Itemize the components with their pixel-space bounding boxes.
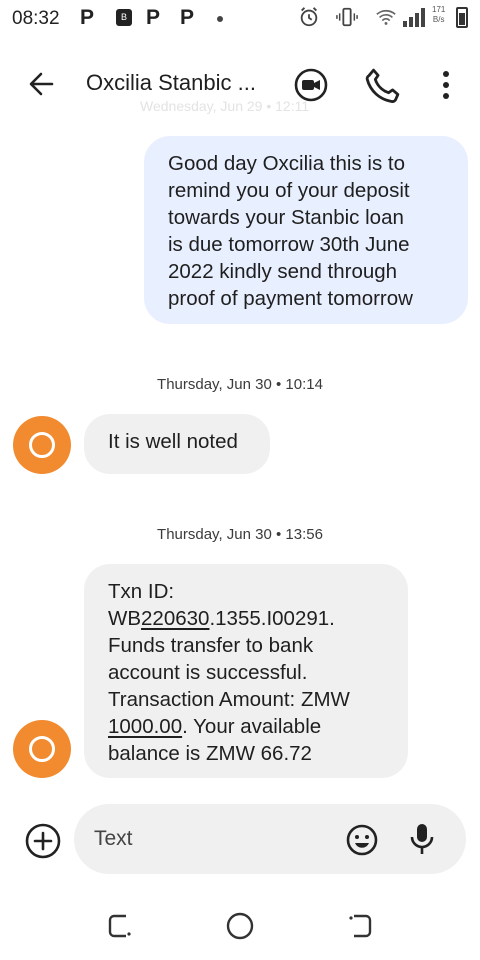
txn-suffix: .1355.I00291. [209, 607, 335, 630]
signal-icon [402, 6, 428, 28]
message-line: WB220630.1355.I00291. [108, 605, 386, 632]
back-nav-button[interactable] [342, 908, 378, 944]
back-arrow-icon [29, 72, 54, 96]
message-line: 1000.00. Your available [108, 713, 386, 740]
wifi-icon [374, 6, 398, 28]
message-line: Good day Oxcilia this is to [168, 152, 405, 175]
home-circle-icon [226, 912, 254, 940]
more-notifications-dot-icon [217, 16, 223, 22]
status-time: 08:32 [12, 8, 60, 29]
message-line: account is successful. [108, 661, 308, 684]
phone-call-button[interactable] [362, 64, 404, 106]
voice-input-button[interactable] [404, 820, 440, 858]
message-line: proof of payment tomorrow [168, 287, 413, 310]
alarm-icon [298, 6, 320, 28]
recents-icon [108, 914, 131, 938]
message-line: Funds transfer to bank [108, 634, 314, 657]
system-navigation-bar [0, 900, 480, 960]
emoji-button[interactable] [344, 822, 380, 858]
more-vert-icon [443, 71, 449, 99]
notification-p-icon: P [180, 6, 195, 29]
message-timestamp: Thursday, Jun 30 • 13:56 [157, 526, 323, 543]
battery-icon [456, 7, 468, 28]
amount-link[interactable]: 1000.00 [108, 715, 182, 738]
contact-avatar[interactable] [13, 720, 71, 778]
back-button[interactable] [20, 62, 64, 106]
vibrate-icon [336, 6, 358, 28]
incoming-message-bubble[interactable]: It is well noted [84, 414, 270, 474]
more-options-button[interactable] [430, 64, 462, 106]
status-bar: 08:32 P B P P 171 B/s [0, 0, 480, 36]
message-line: Txn ID: [108, 580, 175, 603]
network-speed-unit: B/s [432, 15, 445, 24]
message-text: . Your available [182, 715, 322, 738]
message-text: It is well noted [108, 430, 238, 453]
network-speed: 171 B/s [432, 5, 445, 25]
message-timestamp: Thursday, Jun 30 • 10:14 [157, 376, 323, 393]
message-input[interactable] [94, 820, 334, 858]
notification-p-icon: P [80, 6, 95, 29]
mic-icon [410, 824, 434, 854]
recents-button[interactable] [102, 908, 138, 944]
message-line: is due tomorrow 30th June [168, 233, 410, 256]
add-circle-icon [25, 823, 61, 859]
back-nav-icon [349, 914, 372, 938]
message-line: towards your Stanbic loan [168, 206, 404, 229]
home-button[interactable] [222, 908, 258, 944]
contact-avatar[interactable] [13, 416, 71, 474]
message-line: balance is ZMW 66.72 [108, 742, 312, 765]
incoming-message-bubble[interactable]: Txn ID: WB220630.1355.I00291. Funds tran… [84, 564, 408, 778]
emoji-icon [346, 824, 378, 856]
message-line: 2022 kindly send through [168, 260, 398, 283]
outgoing-message-bubble[interactable]: Good day Oxcilia this is to remind you o… [144, 136, 468, 324]
message-line: Transaction Amount: ZMW [108, 688, 350, 711]
network-speed-value: 171 [432, 5, 446, 14]
notification-app-icon: B [116, 9, 132, 26]
compose-bar [74, 804, 466, 874]
faded-timestamp: Wednesday, Jun 29 • 12:11 [140, 98, 310, 114]
add-attachment-button[interactable] [22, 820, 64, 862]
phone-icon [365, 68, 400, 103]
txn-prefix: WB [108, 607, 142, 630]
notification-p-icon: P [146, 6, 161, 29]
txn-date-link[interactable]: 220630 [141, 607, 209, 630]
message-line: remind you of your deposit [168, 179, 410, 202]
conversation-title[interactable]: Oxcilia Stanbic ... [86, 70, 256, 96]
